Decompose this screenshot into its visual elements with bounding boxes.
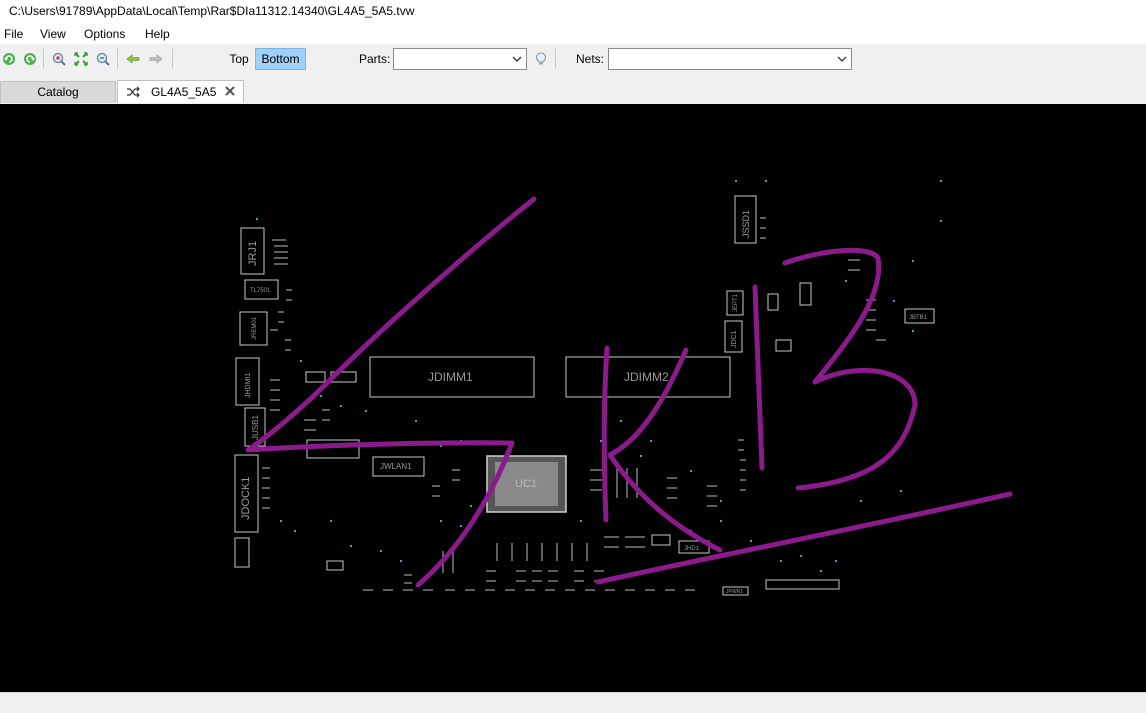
small-part — [651, 534, 671, 546]
close-icon[interactable] — [224, 85, 236, 97]
title-bar: C:\Users\91789\AppData\Local\Temp\Rar$DI… — [0, 0, 1146, 22]
menu-file[interactable]: File — [4, 27, 23, 41]
zoom-in-icon[interactable] — [50, 50, 68, 68]
rotate-ccw-icon[interactable] — [0, 50, 18, 68]
tl7501-label: TL7501 — [250, 288, 271, 294]
tab-catalog[interactable]: Catalog — [0, 81, 116, 103]
menu-bar: File View Options Help — [0, 22, 1146, 44]
jusb1-label: JUSB1 — [251, 415, 260, 440]
toolbar-separator — [43, 49, 44, 69]
via-dots — [256, 180, 942, 572]
bottom-connector-outline — [765, 579, 840, 590]
uc1-label: UC1 — [515, 478, 537, 490]
jpwr1-label: JPWR1 — [726, 589, 743, 595]
nets-combobox[interactable] — [608, 48, 852, 70]
back-icon[interactable] — [124, 50, 142, 68]
jhd1-label: JHD1 — [684, 546, 700, 552]
lightbulb-icon[interactable] — [532, 50, 550, 68]
jhdmi1-label: JHDMI1 — [245, 373, 252, 398]
menu-options[interactable]: Options — [84, 27, 125, 41]
jrem1-label: JREM01 — [252, 316, 258, 340]
jbtb1-label: JBTB1 — [909, 315, 928, 321]
forward-icon[interactable] — [147, 50, 165, 68]
jssd1-label: JSSD1 — [741, 210, 751, 238]
small-part — [767, 293, 779, 311]
nets-label: Nets: — [576, 52, 605, 66]
board-canvas[interactable]: JDIMM1 JDIMM2 UC1 JWLAN1 TL7501 JBTB1 JH… — [0, 104, 1146, 692]
annotation-stroke-4 — [245, 196, 537, 588]
jept1-label: JEPT1 — [733, 293, 739, 312]
toolbar: Parts: Nets: — [0, 44, 1146, 74]
small-part — [799, 282, 812, 306]
annotation-stroke-underline — [595, 491, 1013, 585]
parts-label: Parts: — [359, 52, 391, 66]
parts-combobox[interactable] — [393, 48, 527, 70]
small-part — [775, 339, 792, 352]
menu-view[interactable]: View — [40, 27, 66, 41]
fit-icon[interactable] — [72, 50, 90, 68]
pcb-view: JDIMM1 JDIMM2 UC1 JWLAN1 TL7501 JBTB1 JH… — [234, 180, 1013, 596]
chevron-down-icon — [837, 56, 847, 62]
jwlan1-label: JWLAN1 — [380, 462, 412, 471]
small-pads — [286, 289, 604, 584]
jrj1-label: JRJ1 — [247, 241, 259, 266]
toolbar-separator — [117, 49, 118, 69]
tab-board-label: GL4A5_5A5 — [151, 85, 217, 99]
toolbar-separator — [172, 49, 173, 69]
jdock1-label: JDOCK1 — [240, 477, 252, 520]
jdc1-label: JDC1 — [731, 330, 738, 348]
annotation-stroke-3 — [782, 247, 918, 491]
jdimm1-label: JDIMM1 — [428, 370, 473, 384]
chevron-down-icon — [512, 56, 522, 62]
small-connector-outline — [305, 371, 326, 383]
small-part — [326, 560, 344, 571]
rotate-cw-icon[interactable] — [21, 50, 39, 68]
status-bar — [0, 692, 1146, 713]
jdimm2-label: JDIMM2 — [624, 370, 669, 384]
annotation-stroke-1 — [752, 284, 765, 471]
shuffle-icon — [127, 86, 140, 98]
small-connector-outline — [234, 537, 250, 568]
bottom-side-button[interactable]: Bottom — [255, 48, 306, 70]
toolbar-separator — [555, 49, 556, 69]
handwritten-annotation — [245, 196, 1013, 588]
top-side-button[interactable]: Top — [226, 49, 252, 69]
zoom-out-icon[interactable] — [94, 50, 112, 68]
window-title: C:\Users\91789\AppData\Local\Temp\Rar$DI… — [9, 4, 415, 18]
tab-board[interactable]: GL4A5_5A5 — [117, 80, 244, 103]
menu-help[interactable]: Help — [145, 27, 170, 41]
